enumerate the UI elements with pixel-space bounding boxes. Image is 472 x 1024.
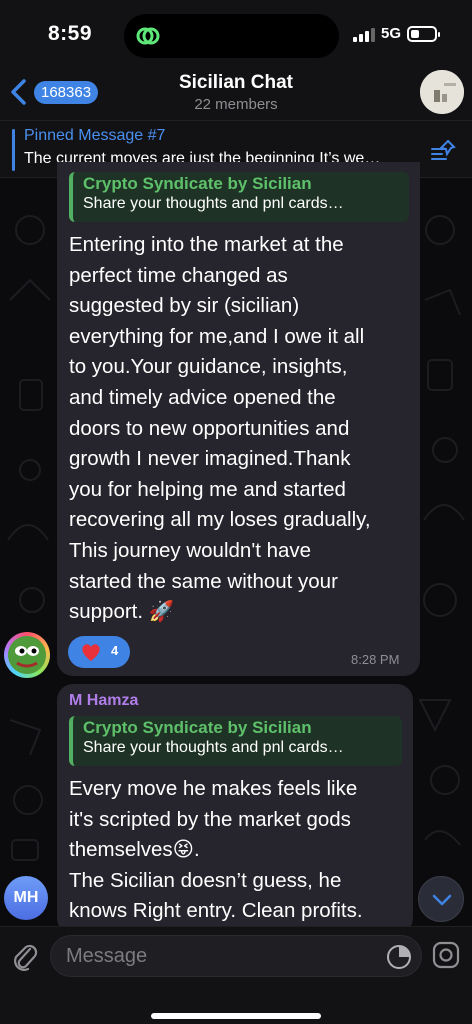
battery-icon [407,26,440,42]
reply-text: Share your thoughts and pnl cards… [83,195,344,212]
back-chevron-icon [11,79,26,105]
chat-header: Sicilian Chat 22 members 168363 [0,64,472,120]
message-bubble[interactable]: Crypto Syndicate by Sicilian Share your … [57,162,420,676]
sender-name[interactable]: M Hamza [69,692,138,710]
reply-title: Crypto Syndicate by Sicilian [83,174,312,193]
paperclip-icon[interactable] [10,941,40,971]
sender-avatar-initials[interactable]: MH [4,876,48,920]
reply-text: Share your thoughts and pnl cards… [83,739,344,756]
reply-preview[interactable]: Crypto Syndicate by Sicilian Share your … [69,716,402,766]
reply-preview[interactable]: Crypto Syndicate by Sicilian Share your … [69,172,409,222]
home-indicator [151,1013,321,1019]
chat-avatar-image [420,70,464,114]
message-text: Every move he makes feels like it's scri… [69,777,363,923]
camera-icon[interactable] [432,941,460,969]
message-input-bar [0,926,472,1024]
unread-count-badge: 168363 [34,80,99,104]
reply-title: Crypto Syndicate by Sicilian [83,718,312,737]
heart-icon [82,644,100,661]
dynamic-island [124,14,339,58]
status-time: 8:59 [48,22,93,45]
message-text: Entering into the market at the perfect … [69,233,371,624]
frog-avatar-image [8,636,46,674]
sender-avatar[interactable] [4,632,50,678]
back-button[interactable]: 168363 [8,78,99,106]
pin-list-icon[interactable] [430,137,458,163]
message-field[interactable] [50,935,422,977]
reaction-count: 4 [111,643,119,658]
network-type: 5G [381,25,402,42]
pinned-title: Pinned Message #7 [24,127,166,144]
chat-avatar[interactable] [420,70,464,114]
message-time: 8:28 PM [351,652,400,667]
status-bar: 8:59 5G [0,0,472,64]
chevron-down-icon [432,894,452,906]
avatar-image [8,636,46,674]
signal-icon [353,28,375,42]
pinned-indicator [12,129,15,171]
message-bubble[interactable]: Crypto Syndicate by Sicilian Share your … [57,684,413,934]
message-input[interactable] [66,936,366,976]
sticker-icon[interactable] [386,944,412,970]
link-icon [136,27,160,45]
reaction-heart[interactable]: 4 [68,636,130,668]
scroll-to-bottom-button[interactable] [418,876,464,922]
